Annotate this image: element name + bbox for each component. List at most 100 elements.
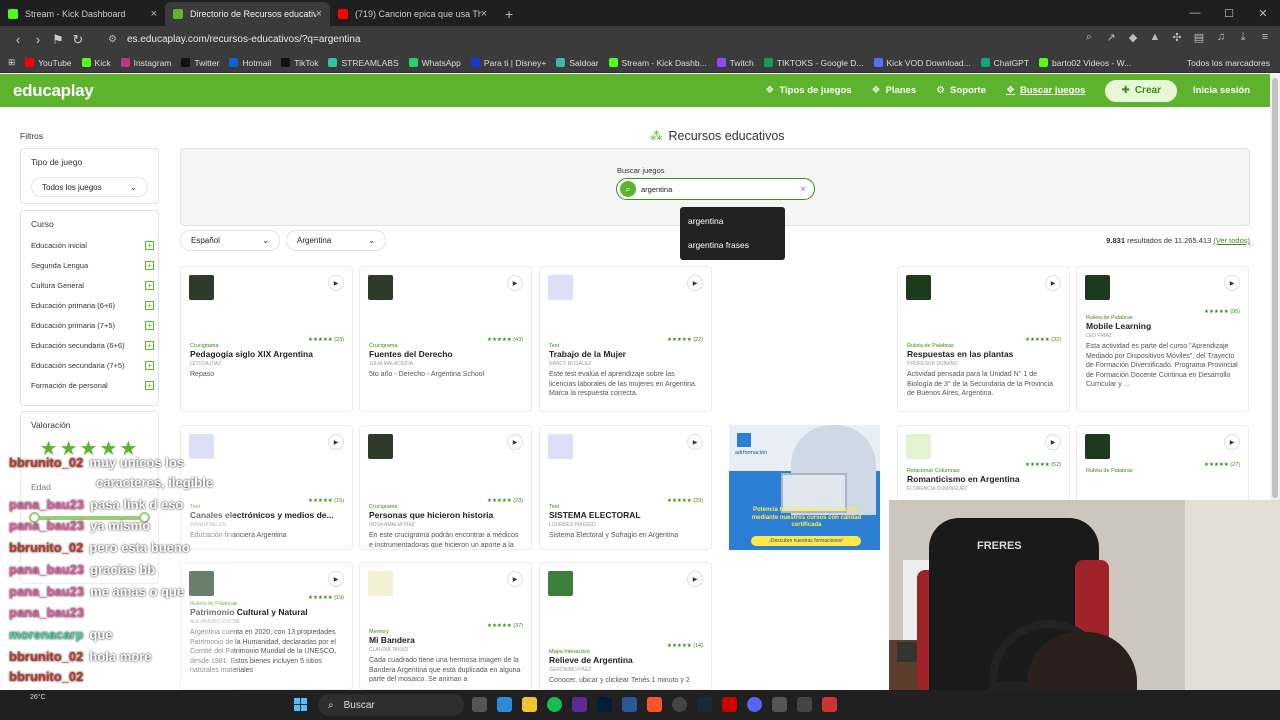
plus-icon[interactable]: + <box>145 320 154 330</box>
nav-item-buscar-juegos[interactable]: ❖ Buscar juegos <box>1006 85 1085 96</box>
resource-card[interactable]: ▶ Memory ★★★★★ (37) Mi Bandera Claudia Tasso… <box>359 562 532 690</box>
play-icon[interactable]: ▶ <box>687 571 703 587</box>
visual-studio-icon[interactable] <box>572 697 587 712</box>
minimize-button[interactable]: — <box>1178 0 1212 26</box>
play-icon[interactable]: ▶ <box>507 571 523 587</box>
bookmark-item[interactable]: Kick VOD Download... <box>873 58 971 68</box>
bookmark-item[interactable]: WhatsApp <box>408 58 461 68</box>
maximize-button[interactable]: ☐ <box>1212 0 1246 26</box>
windows-start-icon[interactable] <box>294 698 308 712</box>
search-icon[interactable]: ⌕ <box>620 181 636 197</box>
play-icon[interactable]: ▶ <box>328 571 344 587</box>
plus-icon[interactable]: + <box>145 300 154 310</box>
play-icon[interactable]: ▶ <box>1045 275 1061 291</box>
apps-icon[interactable]: ⊞ <box>8 57 15 68</box>
resource-card[interactable]: ▶ Ruleta de Palabras ★★★★★ (32) Respuestas … <box>897 266 1070 412</box>
bookmark-item[interactable]: Hotmail <box>229 58 271 68</box>
music-icon[interactable]: ♫ <box>1214 31 1228 44</box>
bookmark-item[interactable]: YouTube <box>25 58 72 68</box>
extension-icon[interactable]: ▲ <box>1148 31 1162 44</box>
close-tab-icon[interactable]: × <box>316 8 322 20</box>
close-window-button[interactable]: ✕ <box>1246 0 1280 26</box>
close-tab-icon[interactable]: × <box>481 8 487 20</box>
photoshop-icon[interactable] <box>597 697 612 712</box>
brave-shield-icon[interactable]: ◆ <box>1126 31 1140 44</box>
widgets-icon[interactable] <box>497 697 512 712</box>
sidebar-icon[interactable]: ▤ <box>1192 31 1206 44</box>
bookmark-item[interactable]: TikTok <box>281 58 318 68</box>
plus-icon[interactable]: + <box>145 240 154 250</box>
play-icon[interactable]: ▶ <box>507 434 523 450</box>
ad-cta-button[interactable]: ¡Descubre nuestras formaciones! <box>751 536 861 546</box>
forward-icon[interactable]: › <box>28 32 48 47</box>
resource-card[interactable]: ▶ Mapa Interactivo ★★★★★ (14) Relieve de Ar… <box>539 562 712 690</box>
steam-icon[interactable] <box>697 697 712 712</box>
ad-banner[interactable]: adrformación Potencia tus habilidades en… <box>729 425 880 550</box>
task-view-icon[interactable] <box>472 697 487 712</box>
suggestion-item[interactable]: argentina frases <box>680 235 785 259</box>
play-icon[interactable]: ▶ <box>328 434 344 450</box>
educaplay-logo[interactable]: educaplay <box>13 81 94 101</box>
plus-icon[interactable]: + <box>145 260 154 270</box>
browser-tab[interactable]: (719) Cancion epica que usa TheGrefg× <box>330 2 495 26</box>
taskbar-search[interactable]: ⌕ Buscar <box>318 694 464 716</box>
puzzle-icon[interactable]: ✣ <box>1170 31 1184 44</box>
close-tab-icon[interactable]: × <box>151 8 157 20</box>
plus-icon[interactable]: + <box>145 340 154 350</box>
app-icon[interactable] <box>772 697 787 712</box>
browser-tab[interactable]: Directorio de Recursos educativos × <box>165 2 330 26</box>
search-input[interactable]: ⌕ argentina × <box>616 178 815 200</box>
brave-icon[interactable] <box>647 697 662 712</box>
url-field[interactable]: ⚙ es.educaplay.com/recursos-educativos/?… <box>100 29 1000 50</box>
nav-item-tipos-de-juegos[interactable]: ❖ Tipos de juegos <box>765 85 851 96</box>
nav-item-planes[interactable]: ❖ Planes <box>872 85 917 96</box>
file-explorer-icon[interactable] <box>522 697 537 712</box>
play-icon[interactable]: ▶ <box>1045 434 1061 450</box>
resource-card[interactable]: ▶ Crucigrama ★★★★★ (23) Personas que hicier… <box>359 425 532 550</box>
back-icon[interactable]: ‹ <box>8 32 28 47</box>
scrollbar-thumb[interactable] <box>1272 78 1278 498</box>
ver-todos-link[interactable]: (Ver todos) <box>1213 236 1250 245</box>
play-icon[interactable]: ▶ <box>1224 275 1240 291</box>
word-icon[interactable] <box>622 697 637 712</box>
resource-card[interactable]: ▶ Ruleta de Palabras ★★★★★ (95) Mobile Lear… <box>1076 266 1249 412</box>
zoom-icon[interactable]: ⌕ <box>1082 31 1096 44</box>
new-tab-button[interactable]: + <box>495 2 523 26</box>
plus-icon[interactable]: + <box>145 360 154 370</box>
tipo-juego-select[interactable]: Todos los juegos ⌄ <box>31 177 148 197</box>
curso-item[interactable]: Educación secundaria (7+5) + <box>21 355 158 375</box>
plus-icon[interactable]: + <box>145 380 154 390</box>
plus-icon[interactable]: + <box>145 280 154 290</box>
suggestion-item[interactable]: argentina <box>680 211 785 235</box>
bookmark-item[interactable]: Stream - Kick Dashb... <box>608 58 707 68</box>
resource-card[interactable]: ▶ Crucigrama ★★★★★ (43) Fuentes del Derecho… <box>359 266 532 412</box>
play-icon[interactable]: ▶ <box>1224 434 1240 450</box>
play-icon[interactable]: ▶ <box>687 275 703 291</box>
download-icon[interactable]: ⤓ <box>1236 31 1250 44</box>
play-icon[interactable]: ▶ <box>507 275 523 291</box>
bookmark-item[interactable]: STREAMLABS <box>328 58 399 68</box>
play-icon[interactable]: ▶ <box>687 434 703 450</box>
app-icon[interactable] <box>797 697 812 712</box>
app-icon[interactable] <box>722 697 737 712</box>
login-link[interactable]: Inicia sesión <box>1193 85 1250 96</box>
curso-item[interactable]: Formación de personal + <box>21 375 158 395</box>
app-icon[interactable] <box>822 697 837 712</box>
curso-item[interactable]: Cultura General + <box>21 275 158 295</box>
language-select[interactable]: Español ⌄ <box>180 230 280 251</box>
bookmark-item[interactable]: barto02 Videos - W... <box>1039 58 1131 68</box>
curso-item[interactable]: Educación secundaria (6+6) + <box>21 335 158 355</box>
spotify-icon[interactable] <box>547 697 562 712</box>
clear-search-icon[interactable]: × <box>800 184 806 195</box>
resource-card[interactable]: ▶ Test ★★★★★ (22) Trabajo de la Mujer Nancy … <box>539 266 712 412</box>
menu-icon[interactable]: ≡ <box>1258 31 1272 44</box>
curso-item[interactable]: Segunda Lengua + <box>21 255 158 275</box>
bookmark-item[interactable]: TIKTOKS - Google D... <box>763 58 864 68</box>
bookmark-item[interactable]: Kick <box>81 58 111 68</box>
nav-item-soporte[interactable]: ⚙ Soporte <box>936 85 986 96</box>
play-icon[interactable]: ▶ <box>328 275 344 291</box>
bookmark-icon[interactable]: ⚑ <box>48 32 68 48</box>
bookmark-item[interactable]: Saldoar <box>556 58 599 68</box>
share-icon[interactable]: ↗ <box>1104 31 1118 44</box>
reload-icon[interactable]: ↻ <box>68 32 88 48</box>
